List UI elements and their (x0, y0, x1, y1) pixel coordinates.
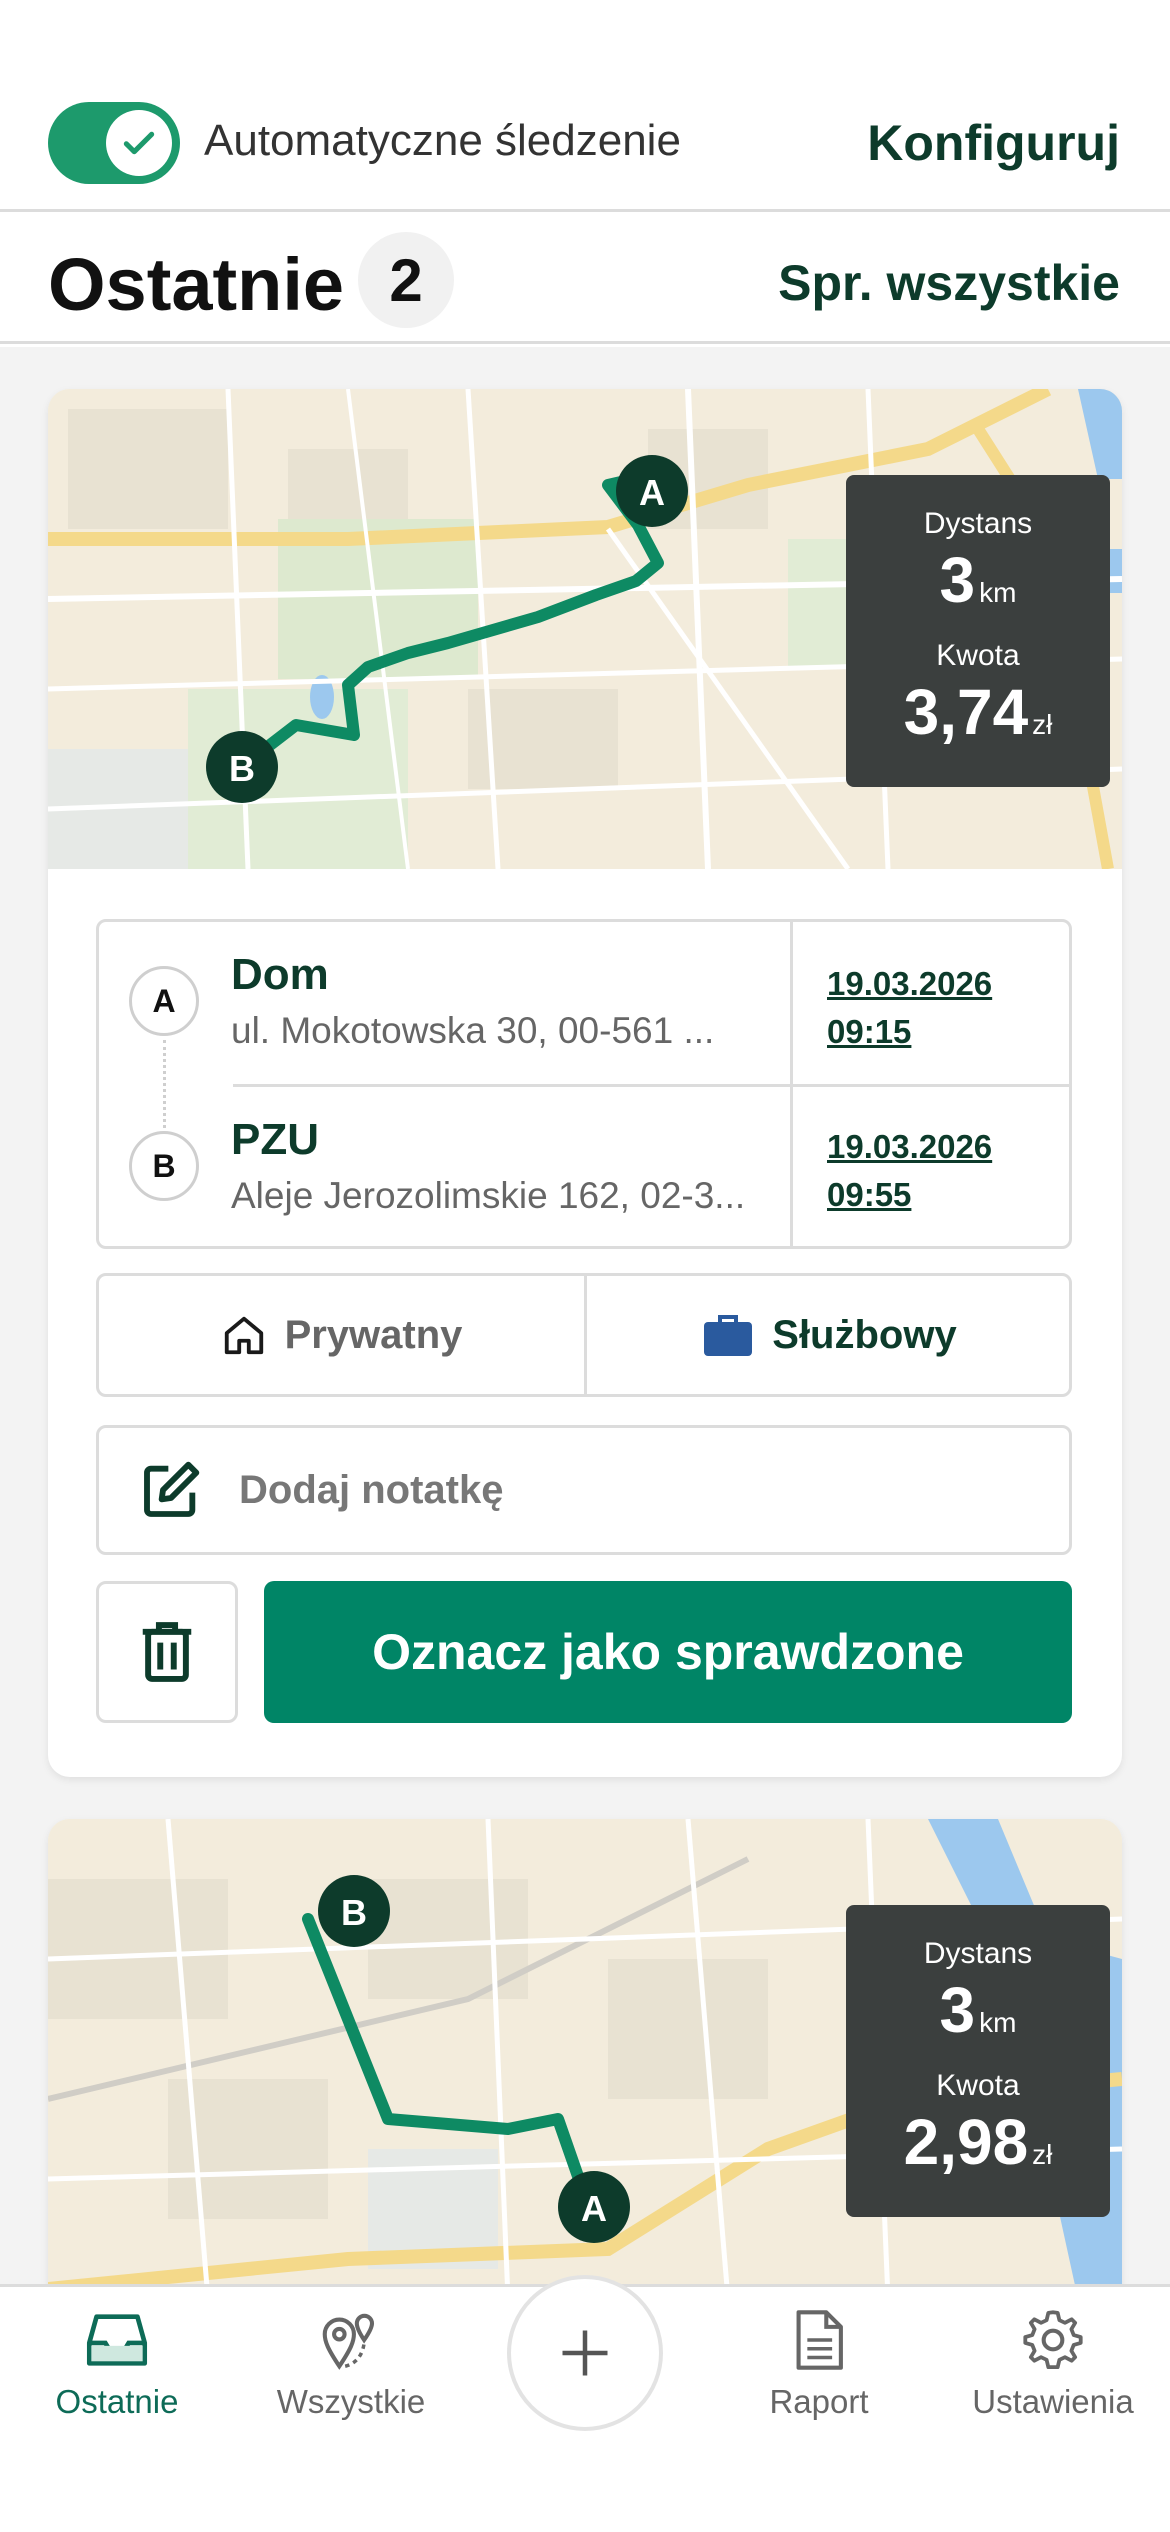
category-private-button[interactable]: Prywatny (99, 1276, 584, 1394)
start-place-address: ul. Mokotowska 30, 00-561 ... (231, 1010, 715, 1051)
briefcase-icon (704, 1315, 753, 1356)
trash-icon (142, 1622, 192, 1682)
edit-note-icon (144, 1461, 200, 1517)
see-all-link[interactable]: Spr. wszystkie (778, 254, 1120, 312)
map-marker-a: A (581, 2188, 607, 2229)
distance-value: 3 km (939, 544, 1017, 616)
auto-tracking-label: Automatyczne śledzenie (204, 116, 681, 165)
end-place-address: Aleje Jerozolimskie 162, 02-3... (231, 1175, 746, 1216)
document-icon (796, 2310, 843, 2370)
auto-tracking-toggle[interactable] (48, 102, 180, 184)
trip-stats-panel: Dystans 3 km Kwota 3,74 zł (846, 475, 1110, 787)
trip-stats-panel: Dystans 3 km Kwota 2,98 zł (846, 1905, 1110, 2217)
tab-all[interactable]: Wszystkie (234, 2305, 468, 2455)
end-datetime[interactable]: 19.03.2026 09:55 (827, 1123, 992, 1219)
map-marker-b: B (229, 748, 255, 789)
delete-trip-button[interactable] (96, 1581, 238, 1723)
route-details: A Dom ul. Mokotowska 30, 00-561 ... 19.0… (96, 919, 1072, 1249)
tab-report[interactable]: Raport (702, 2305, 936, 2455)
recent-count-badge: 2 (358, 232, 454, 328)
map-pins-icon (322, 2313, 375, 2370)
check-icon (123, 131, 155, 155)
home-icon (224, 1316, 263, 1355)
tracking-bar: Automatyczne śledzenie Konfiguruj (0, 0, 1170, 212)
toggle-knob (106, 110, 172, 176)
map-marker-b: B (341, 1892, 367, 1933)
add-note-field[interactable]: Dodaj notatkę (96, 1425, 1072, 1555)
start-marker: A (129, 966, 199, 1036)
start-datetime[interactable]: 19.03.2026 09:15 (827, 960, 992, 1056)
trip-map[interactable]: B A Dystans 3 km Kwota 2,98 zł (48, 1819, 1122, 2284)
recent-header: Ostatnie 2 Spr. wszystkie (0, 212, 1170, 344)
mark-as-checked-button[interactable]: Oznacz jako sprawdzone (264, 1581, 1072, 1723)
distance-label: Dystans (923, 507, 1033, 540)
note-placeholder: Dodaj notatkę (239, 1467, 504, 1512)
page-title: Ostatnie (48, 243, 345, 326)
amount-value: 3,74 zł (903, 676, 1053, 748)
inbox-icon (86, 2314, 148, 2366)
trip-card: B A Dystans 3 km Kwota 2,98 zł (48, 1819, 1122, 2284)
end-marker: B (129, 1131, 199, 1201)
amount-value: 2,98 zł (903, 2106, 1053, 2178)
gear-icon (1023, 2310, 1083, 2370)
bottom-navigation: Ostatnie Wszystkie Raport Ustawienia (0, 2275, 1170, 2532)
distance-label: Dystans (923, 1937, 1033, 1970)
trip-card: A B Dystans 3 km Kwota 3,74 zł A Dom ul. M… (48, 389, 1122, 1777)
route-start[interactable]: A Dom ul. Mokotowska 30, 00-561 ... 19.0… (99, 922, 1069, 1084)
amount-label: Kwota (936, 639, 1020, 672)
trip-map[interactable]: A B Dystans 3 km Kwota 3,74 zł (48, 389, 1122, 869)
add-trip-button[interactable] (507, 2275, 663, 2431)
amount-label: Kwota (936, 2069, 1020, 2102)
map-marker-a: A (639, 472, 665, 513)
trip-category-selector: Prywatny Służbowy (96, 1273, 1072, 1397)
trip-list[interactable]: A B Dystans 3 km Kwota 3,74 zł A Dom ul. M… (0, 347, 1170, 2284)
plus-icon (562, 2330, 608, 2376)
distance-value: 3 km (939, 1974, 1017, 2046)
start-place-name: Dom (231, 950, 329, 999)
end-place-name: PZU (231, 1115, 319, 1164)
configure-link[interactable]: Konfiguruj (867, 114, 1120, 172)
category-business-button[interactable]: Służbowy (587, 1276, 1072, 1394)
tab-recent[interactable]: Ostatnie (0, 2305, 234, 2455)
route-end[interactable]: B PZU Aleje Jerozolimskie 162, 02-3... 1… (99, 1087, 1069, 1249)
tab-settings[interactable]: Ustawienia (936, 2305, 1170, 2455)
